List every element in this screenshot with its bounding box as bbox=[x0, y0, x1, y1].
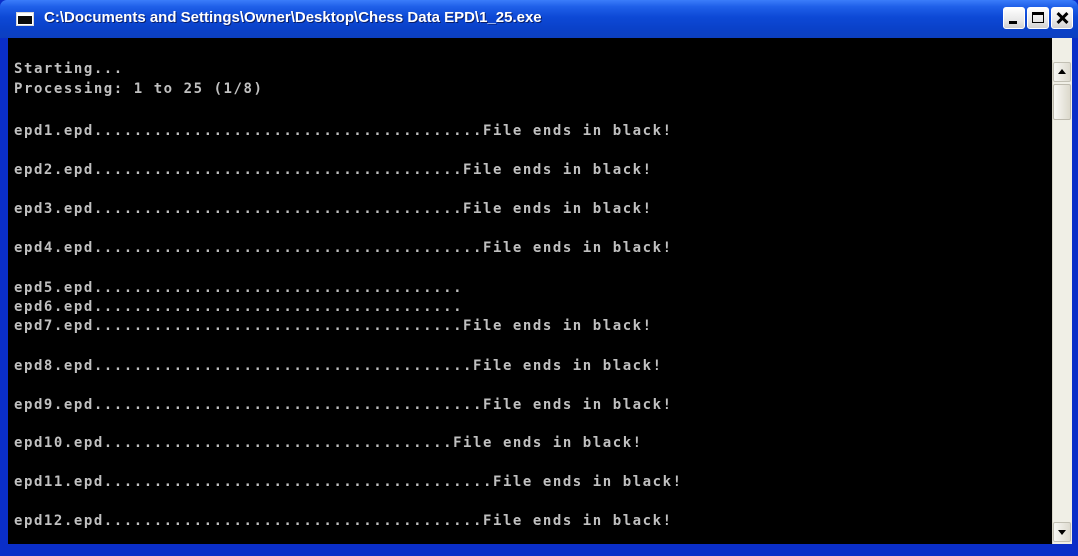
console-line: epd9.epd................................… bbox=[14, 397, 673, 413]
close-button[interactable] bbox=[1051, 7, 1073, 29]
console-top-area bbox=[8, 38, 1052, 60]
console-line: epd11.epd...............................… bbox=[14, 474, 683, 490]
console-line: epd12.epd...............................… bbox=[14, 513, 673, 529]
scrollbar-thumb[interactable] bbox=[1053, 84, 1071, 120]
vertical-scrollbar[interactable] bbox=[1052, 60, 1072, 544]
console-line: epd6.epd................................… bbox=[14, 299, 464, 315]
console-line: epd4.epd................................… bbox=[14, 240, 673, 256]
scroll-up-button[interactable] bbox=[1053, 62, 1071, 82]
scrollbar-top-area bbox=[1052, 38, 1072, 60]
console-line: Starting... bbox=[14, 61, 124, 77]
console-line: epd3.epd................................… bbox=[14, 201, 653, 217]
console-line: epd10.epd...............................… bbox=[14, 435, 643, 451]
console-line: epd8.epd................................… bbox=[14, 358, 663, 374]
console-line: epd2.epd................................… bbox=[14, 162, 653, 178]
title-bar[interactable]: C:\Documents and Settings\Owner\Desktop\… bbox=[0, 0, 1078, 38]
scroll-down-button[interactable] bbox=[1053, 522, 1071, 542]
console-line: epd5.epd................................… bbox=[14, 280, 464, 296]
console-window: C:\Documents and Settings\Owner\Desktop\… bbox=[0, 0, 1078, 556]
console-line: Processing: 1 to 25 (1/8) bbox=[14, 81, 264, 97]
window-title: C:\Documents and Settings\Owner\Desktop\… bbox=[44, 9, 542, 26]
maximize-button[interactable] bbox=[1027, 7, 1049, 29]
console-line: epd7.epd................................… bbox=[14, 318, 653, 334]
console-app-icon[interactable] bbox=[16, 12, 34, 26]
minimize-button[interactable] bbox=[1003, 7, 1025, 29]
window-bottom-frame bbox=[0, 544, 1078, 556]
console-line: epd1.epd................................… bbox=[14, 123, 673, 139]
